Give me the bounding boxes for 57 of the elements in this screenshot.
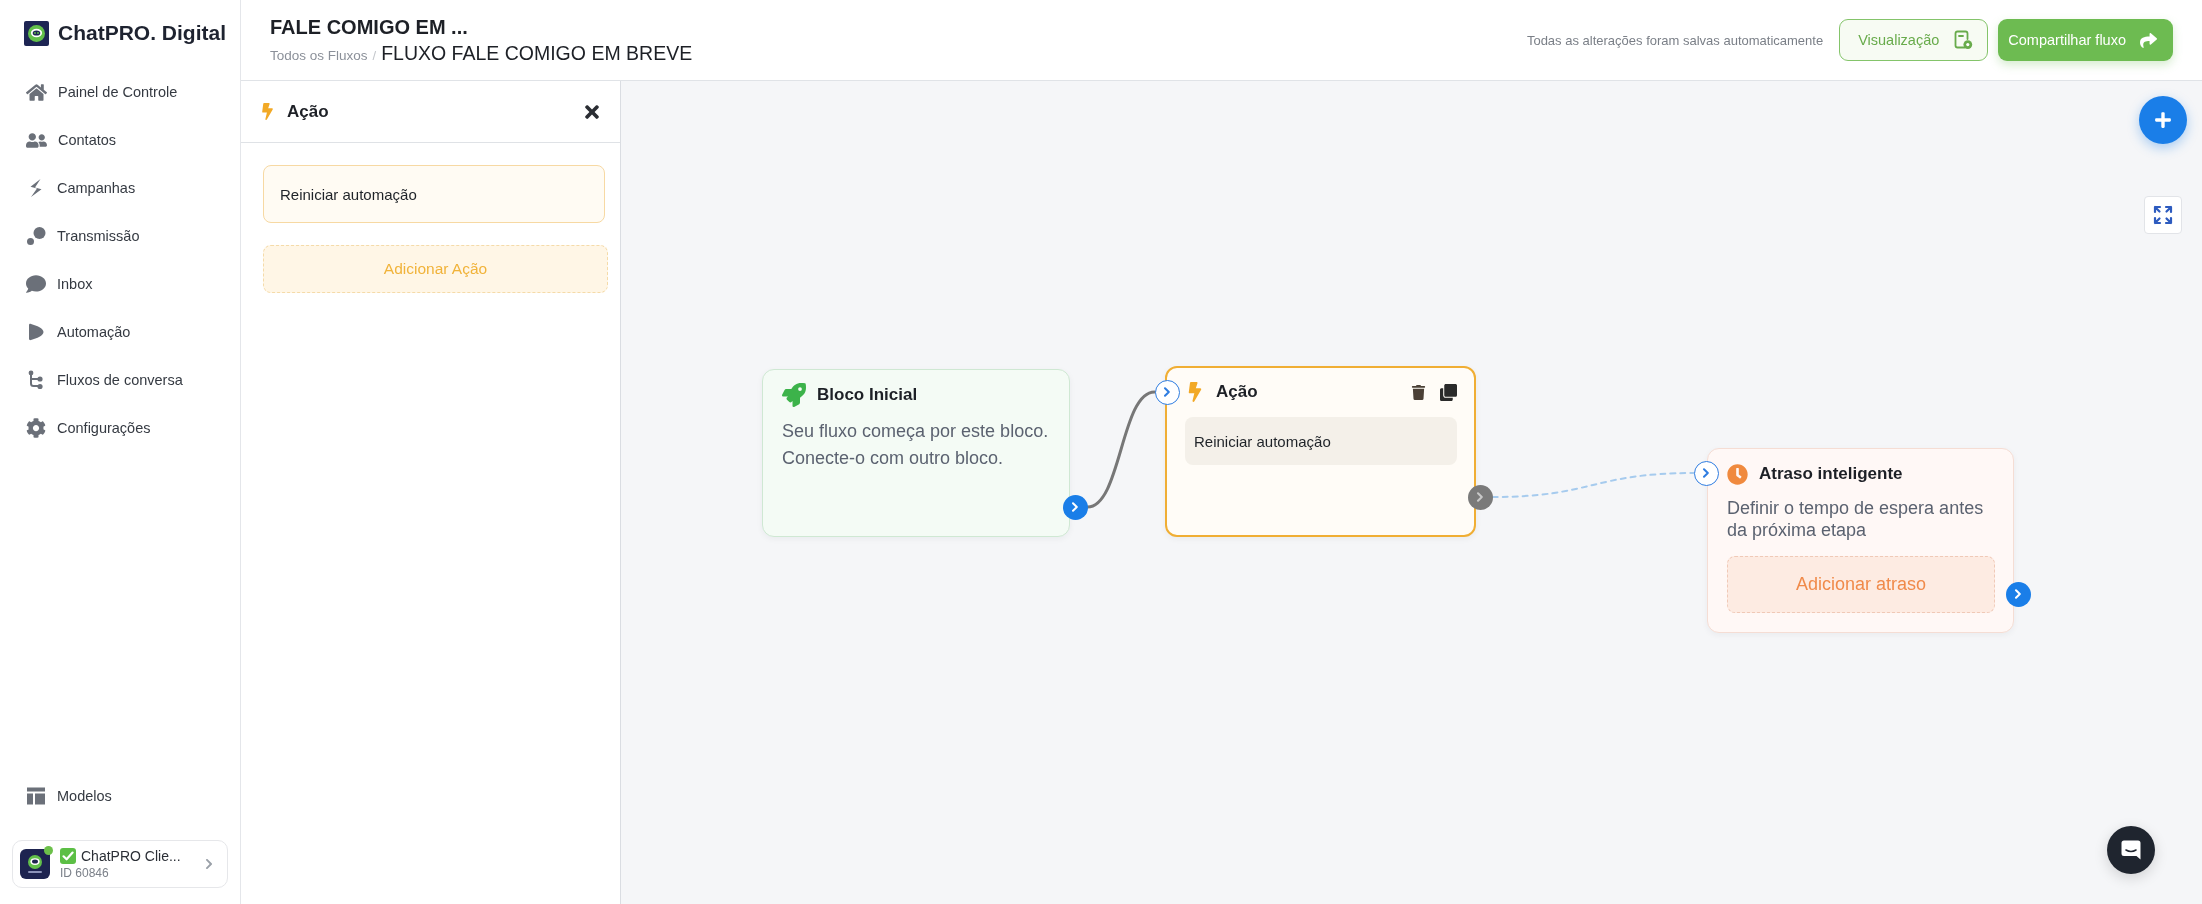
action-item[interactable]: Reiniciar automação (263, 165, 605, 223)
rocket-icon (782, 383, 806, 407)
breadcrumb-current: FLUXO FALE COMIGO EM BREVE (381, 41, 693, 65)
chat-icon (2120, 839, 2142, 861)
breadcrumb-separator: / (372, 47, 377, 63)
chat-launcher-button[interactable] (2107, 826, 2155, 874)
share-arrow-icon (2140, 31, 2157, 49)
flow-node[interactable]: Atraso inteligente Definir o tempo de espera antes da próxima etapa Adicionar atraso (1707, 448, 2014, 633)
clock-icon (1727, 463, 1748, 485)
chevron-right-icon (2014, 589, 2022, 599)
sidebar-item[interactable]: Painel de Controle (12, 68, 228, 116)
sidebar-item[interactable]: Campanhas (12, 164, 228, 212)
sidebar-item[interactable]: Inbox (12, 260, 228, 308)
panel-title: Ação (287, 101, 330, 122)
flow-node[interactable]: Ação Reiniciar automação (1165, 366, 1476, 537)
fit-view-button[interactable] (2144, 196, 2182, 234)
check-box-icon (60, 848, 76, 864)
plus-icon (2154, 111, 2172, 129)
sidebar-item[interactable]: Modelos (12, 772, 228, 820)
chevron-right-icon (1163, 387, 1171, 397)
flow-node[interactable]: Bloco Inicial Seu fluxo começa por este bloco. Conecte-o com outro bloco. (762, 369, 1070, 537)
chevron-right-icon (203, 858, 215, 870)
copy-icon[interactable] (1440, 383, 1457, 401)
chevron-right-icon (1702, 468, 1710, 478)
node-description: Definir o tempo de espera antes da próxima etapa (1727, 497, 1985, 541)
node-title: Ação (1216, 382, 1259, 402)
home-icon (26, 81, 47, 103)
flow-title: FALE COMIGO EM ... (270, 15, 469, 39)
node-title: Atraso inteligente (1759, 464, 1904, 484)
account-id: ID 60846 (60, 866, 110, 880)
node-title: Bloco Inicial (817, 385, 919, 405)
avatar-icon (20, 849, 50, 879)
lightning-bolt-icon (259, 103, 276, 120)
chat-bubble-icon (26, 274, 46, 294)
settings-icon (26, 418, 46, 438)
sidebar-item[interactable]: Contatos (12, 116, 228, 164)
sidebar-item[interactable]: Fluxos de conversa (12, 356, 228, 404)
circles-icon (26, 226, 46, 246)
sidebar-item[interactable]: Transmissão (12, 212, 228, 260)
document-eye-icon (1953, 30, 1974, 50)
save-status-text: Todas as alterações foram salvas automaticamente (1526, 32, 1824, 48)
logo-icon (24, 20, 49, 46)
play-icon (26, 322, 46, 342)
chevron-right-icon (1476, 492, 1484, 502)
layout-icon (26, 786, 46, 806)
delete-icon[interactable] (1411, 384, 1426, 400)
account-name: ChatPRO Clie... (81, 848, 181, 864)
node-description: Seu fluxo começa por este bloco. Conecte-o com outro bloco. (782, 420, 1050, 470)
account-card[interactable]: ChatPRO Clie... ID 60846 (12, 840, 228, 888)
add-node-button[interactable] (2139, 96, 2187, 144)
node-action-item[interactable]: Reiniciar automação (1185, 417, 1457, 465)
brand-name: ChatPRO. Digital (58, 21, 226, 45)
sidebar-item[interactable]: Configurações (12, 404, 228, 452)
expand-icon (2153, 205, 2173, 225)
branch-icon (26, 370, 46, 390)
sidebar-item[interactable]: Automação (12, 308, 228, 356)
chevron-right-icon (1071, 502, 1079, 512)
